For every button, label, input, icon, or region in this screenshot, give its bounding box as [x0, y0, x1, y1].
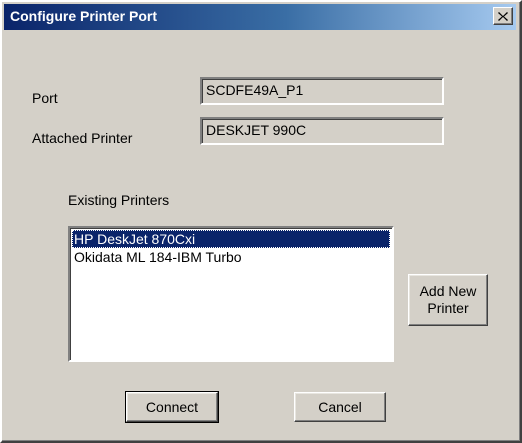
attached-printer-label: Attached Printer — [32, 130, 133, 146]
port-field: SCDFE49A_P1 — [200, 77, 444, 105]
close-button[interactable] — [493, 7, 513, 25]
add-new-printer-label-line1: Add New — [419, 283, 477, 299]
configure-printer-port-dialog: Configure Printer Port Port SCDFE49A_P1 … — [0, 0, 522, 443]
attached-printer-field: DESKJET 990C — [200, 117, 444, 145]
existing-printers-label: Existing Printers — [68, 192, 170, 208]
list-item[interactable]: HP DeskJet 870Cxi — [72, 230, 390, 248]
add-new-printer-button[interactable]: Add New Printer — [408, 274, 488, 326]
cancel-button[interactable]: Cancel — [294, 392, 386, 422]
list-item[interactable]: Okidata ML 184-IBM Turbo — [72, 248, 390, 266]
close-icon — [498, 11, 508, 21]
existing-printers-list[interactable]: HP DeskJet 870Cxi Okidata ML 184-IBM Tur… — [68, 226, 394, 362]
add-new-printer-label-line2: Printer — [427, 300, 469, 316]
connect-button-label: Connect — [145, 399, 199, 415]
connect-button[interactable]: Connect — [125, 391, 219, 423]
title-bar[interactable]: Configure Printer Port — [4, 4, 516, 30]
port-label: Port — [32, 90, 58, 106]
cancel-button-label: Cancel — [318, 399, 362, 415]
window-title: Configure Printer Port — [10, 8, 158, 24]
